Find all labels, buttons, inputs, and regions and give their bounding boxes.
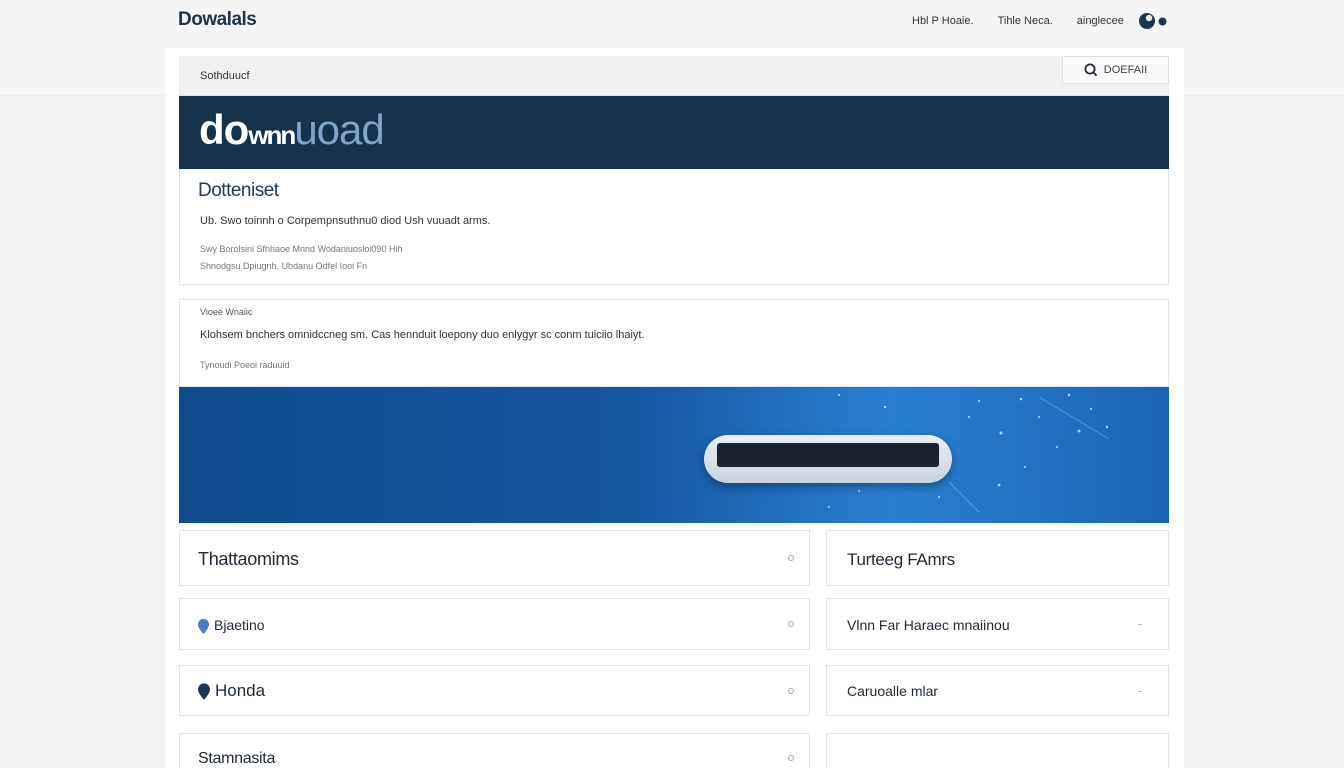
radio-icon xyxy=(788,555,794,561)
list-item-left-1[interactable]: Thattaomims xyxy=(179,530,810,586)
list-item-label: Stamnasita xyxy=(198,750,276,767)
pin-dark-icon xyxy=(198,683,210,700)
chevron-icon xyxy=(1138,624,1142,625)
summary-card: Dotteniset Ub. Swo toinnh o Corpempnsuth… xyxy=(179,169,1169,285)
hero-title-mid: wnn xyxy=(248,120,296,150)
summary-line-3: Shnodgsu Dpiugnh. Ubdanu Odfel Iooi Fn xyxy=(200,261,368,271)
sparkle-decoration-icon xyxy=(828,393,1110,513)
user-toggle-icon[interactable] xyxy=(1139,12,1169,30)
nav-link-3[interactable]: ainglecee xyxy=(1077,15,1124,27)
detail-label: Vioee Wnaiic xyxy=(200,307,253,317)
download-banner xyxy=(179,387,1169,523)
list-item-label: Bjaetino xyxy=(214,617,265,633)
list-item-right-4[interactable] xyxy=(826,733,1169,768)
hero-title-end: uoad xyxy=(294,106,384,153)
search-icon xyxy=(1084,63,1098,77)
download-progress-bar xyxy=(717,443,939,467)
detail-description: Klohsem bnchers omnidccneg sm. Cas hennd… xyxy=(200,329,645,341)
list-item-right-1[interactable]: Turteeg FAmrs xyxy=(826,530,1169,586)
list-item-label: Caruoalle mlar xyxy=(847,683,939,699)
search-button-label: DOEFAII xyxy=(1103,64,1148,76)
nav-link-1[interactable]: Hbl P Hoaie. xyxy=(912,15,974,27)
list-item-right-3[interactable]: Caruoalle mlar xyxy=(826,665,1169,716)
download-button[interactable] xyxy=(704,435,952,483)
list-item-left-3[interactable]: Honda xyxy=(179,665,810,716)
summary-line-1: Ub. Swo toinnh o Corpempnsuthnu0 diod Us… xyxy=(200,215,491,227)
hero-title-main: do xyxy=(199,106,249,153)
detail-card: Vioee Wnaiic Klohsem bnchers omnidccneg … xyxy=(179,299,1169,387)
search-input[interactable] xyxy=(179,56,1062,96)
hero-title: downnuoad xyxy=(199,106,385,154)
search-bar: DOEFAII xyxy=(179,56,1169,96)
search-button[interactable]: DOEFAII xyxy=(1062,56,1169,84)
summary-title: Dotteniset xyxy=(198,180,279,201)
list-item-left-4[interactable]: Stamnasita xyxy=(179,733,810,768)
list-item-label: Vlnn Far Haraec mnaiinou xyxy=(847,617,1010,633)
list-item-label: Honda xyxy=(215,681,266,700)
radio-icon xyxy=(788,755,794,761)
top-nav: Hbl P Hoaie. Tihle Neca. ainglecee xyxy=(912,15,1148,27)
hero-banner: downnuoad xyxy=(179,96,1169,169)
list-item-label: Thattaomims xyxy=(198,549,299,569)
brand-logo[interactable]: Dowalals xyxy=(178,9,257,31)
detail-meta: Tynoudi Poeoi raduuid xyxy=(200,360,290,370)
list-item-label-row: Bjaetino xyxy=(198,617,265,634)
list-item-label: Turteeg FAmrs xyxy=(847,550,955,569)
radio-icon xyxy=(788,621,794,627)
list-item-label-row: Honda xyxy=(198,681,265,701)
radio-icon xyxy=(788,687,794,694)
list-item-left-2[interactable]: Bjaetino xyxy=(179,598,810,650)
chevron-icon xyxy=(1138,690,1142,692)
list-item-right-2[interactable]: Vlnn Far Haraec mnaiinou xyxy=(826,598,1169,650)
pin-blue-icon xyxy=(198,618,209,634)
summary-line-2: Swy Borolsinl Sfhhaoe Mnnd Wodaniuosloi0… xyxy=(200,244,403,254)
nav-link-2[interactable]: Tihle Neca. xyxy=(998,15,1053,27)
